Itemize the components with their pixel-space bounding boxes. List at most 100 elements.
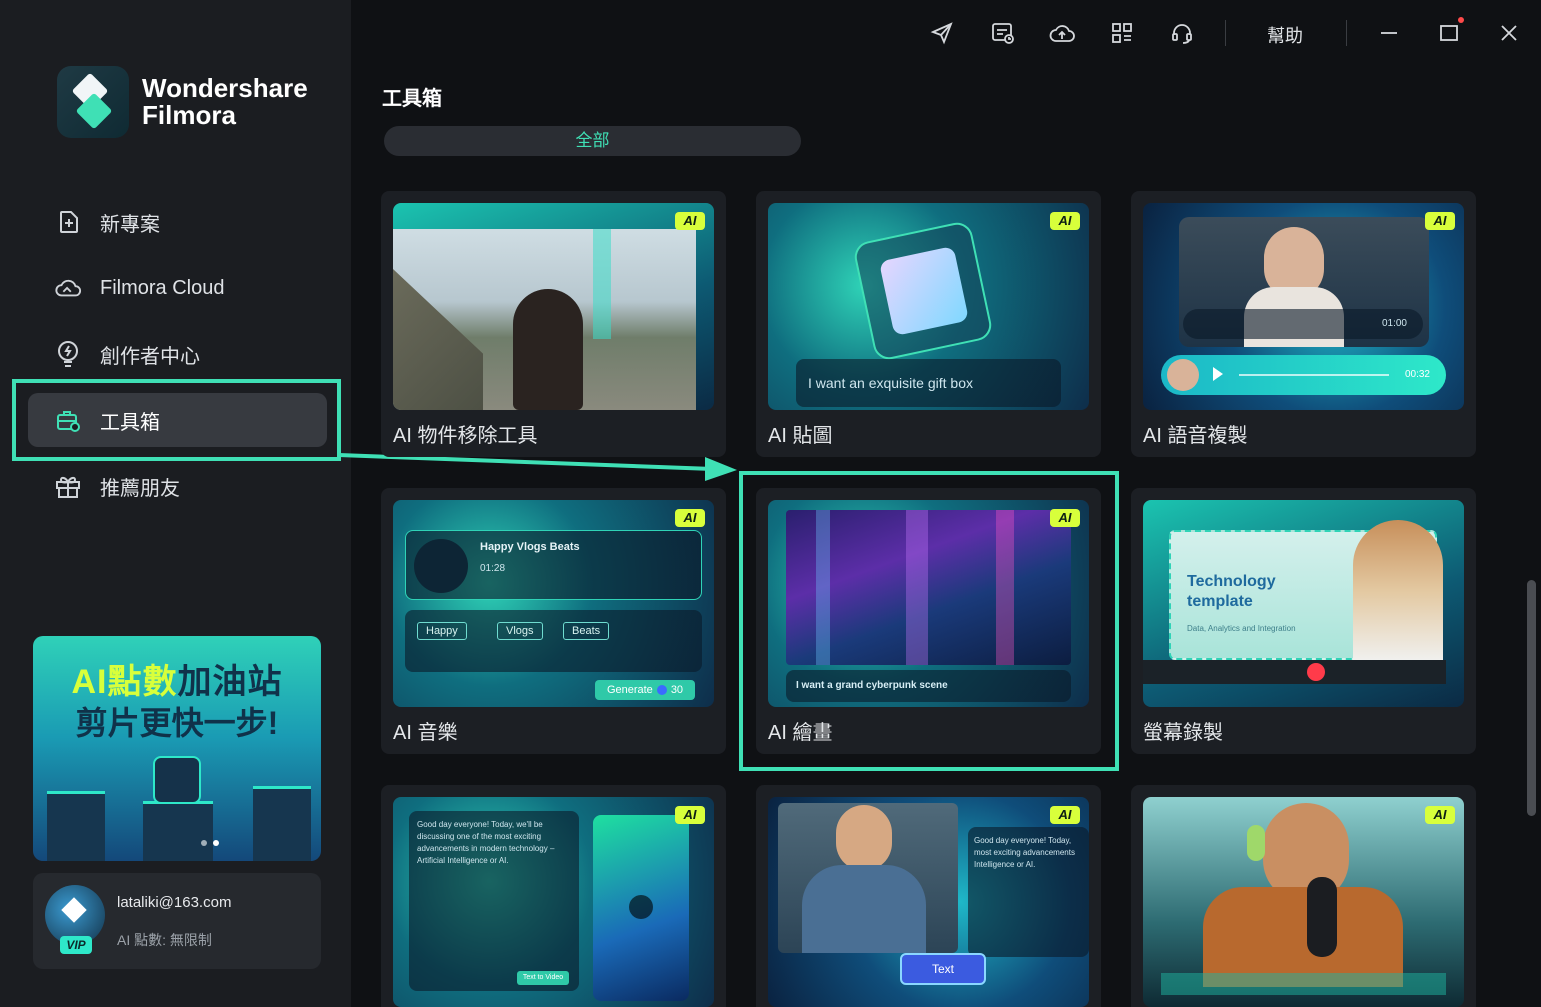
tool-card-ai-sticker[interactable]: I want an exquisite gift box AI AI 貼圖 <box>756 191 1101 457</box>
help-menu[interactable]: 幫助 <box>1267 22 1303 48</box>
podcaster-body <box>1203 887 1403 987</box>
grid-icon[interactable] <box>1107 18 1137 48</box>
play-icon[interactable] <box>629 895 653 919</box>
card-thumbnail: AI <box>393 203 714 410</box>
presenter-woman <box>1353 520 1443 660</box>
recorder-toolbar <box>1143 660 1446 684</box>
tag-vlogs: Vlogs <box>497 622 543 640</box>
card-thumbnail: Technology template Data, Analytics and … <box>1143 500 1464 707</box>
send-icon[interactable] <box>927 18 957 48</box>
tool-card-ai-music[interactable]: Happy Vlogs Beats 01:28 Happy Vlogs Beat… <box>381 488 726 754</box>
lighthouse-shape <box>593 229 611 339</box>
sidebar-item-label: 新專案 <box>100 213 160 236</box>
script-panel: Good day everyone! Today, most exciting … <box>968 827 1089 957</box>
titlebar-divider <box>1225 20 1226 46</box>
plus-box-icon <box>54 208 82 236</box>
generate-cost: 30 <box>670 684 684 696</box>
text-chip-label: Text <box>931 962 954 976</box>
play-icon[interactable] <box>1213 367 1223 381</box>
card-thumbnail: Good day everyone! Today, we'll be discu… <box>393 797 714 1007</box>
waveform <box>1239 374 1389 376</box>
minimize-icon[interactable] <box>1374 18 1404 48</box>
generate-label: Generate <box>606 684 653 696</box>
page-title: 工具箱 <box>382 88 442 110</box>
tag-beats: Beats <box>563 622 610 640</box>
photo-coastal-path <box>393 229 696 410</box>
music-track-panel: Happy Vlogs Beats 01:28 <box>405 530 702 600</box>
ai-badge: AI <box>1425 212 1455 230</box>
promo-banner[interactable]: AI點數加油站 剪片更快一步! <box>33 636 321 861</box>
tool-card-text-to-video[interactable]: Good day everyone! Today, we'll be discu… <box>381 785 726 1007</box>
app-logo: Wondershare Filmora <box>57 66 308 138</box>
text-to-video-button[interactable]: Text to Video <box>517 971 569 985</box>
logo-line2: Filmora <box>142 100 236 130</box>
tool-card-ai-voice-clone[interactable]: 01:00 00:32 AI AI 語音複製 <box>1131 191 1476 457</box>
tool-card-ai-object-remover[interactable]: AI AI 物件移除工具 <box>381 191 726 457</box>
titlebar-divider <box>1346 20 1347 46</box>
voice-bar-1: 01:00 <box>1183 309 1423 339</box>
microphone-icon <box>1307 877 1337 957</box>
script-text: Good day everyone! Today, most exciting … <box>974 836 1075 869</box>
ai-badge: AI <box>675 806 705 824</box>
gift-box-icon <box>878 245 970 337</box>
presenter-face <box>836 805 892 871</box>
headphone-icon <box>1247 825 1265 861</box>
track-duration: 01:28 <box>480 563 506 574</box>
card-thumbnail: Good day everyone! Today, most exciting … <box>768 797 1089 1007</box>
card-label: AI 音樂 <box>393 722 458 744</box>
promo-pagination[interactable] <box>201 840 219 846</box>
voice-avatar <box>1167 359 1199 391</box>
account-email: lataliki@163.com <box>117 894 232 911</box>
promo-music-icon <box>253 786 311 861</box>
notification-dot <box>1458 17 1464 23</box>
card-label: 螢幕錄製 <box>1143 722 1223 744</box>
voice-bar-2: 00:32 <box>1161 355 1446 395</box>
record-icon[interactable] <box>1307 663 1325 681</box>
filmora-logo-icon <box>57 66 129 138</box>
video-preview <box>593 815 689 1001</box>
person-silhouette <box>513 289 583 410</box>
promo-filmora-icon <box>153 756 201 804</box>
ai-badge: AI <box>1050 212 1080 230</box>
promo-line2: 剪片更快一步! <box>75 705 279 741</box>
script-text: Good day everyone! Today, we'll be discu… <box>417 820 555 865</box>
cliff-shape <box>393 269 483 410</box>
ai-badge: AI <box>1050 806 1080 824</box>
calendar-clock-icon[interactable] <box>988 18 1018 48</box>
sidebar-item-filmora-cloud[interactable]: Filmora Cloud <box>28 261 327 315</box>
promo-highlight: AI點數 <box>71 663 178 701</box>
gift-icon <box>54 472 82 500</box>
text-chip[interactable]: Text <box>900 953 986 985</box>
script-panel: Good day everyone! Today, we'll be discu… <box>409 811 579 991</box>
tool-card-screen-recorder[interactable]: Technology template Data, Analytics and … <box>1131 488 1476 754</box>
tag-panel: Happy Vlogs Beats <box>405 610 702 672</box>
slide-subtitle: Data, Analytics and Integration <box>1187 624 1296 633</box>
card-label: AI 貼圖 <box>768 425 833 447</box>
close-icon[interactable] <box>1494 18 1524 48</box>
generate-button[interactable]: Generate 30 <box>595 680 695 700</box>
tag-happy: Happy <box>417 622 467 640</box>
filter-all[interactable]: 全部 <box>384 126 801 156</box>
ai-badge: AI <box>675 509 705 527</box>
card-thumbnail: Happy Vlogs Beats 01:28 Happy Vlogs Beat… <box>393 500 714 707</box>
voice-time-1: 01:00 <box>1381 318 1407 329</box>
account-panel[interactable]: VIP lataliki@163.com AI 點數: 無限制 <box>33 873 321 969</box>
cloud-upload-icon[interactable] <box>1047 18 1077 48</box>
tool-card-ai-avatar[interactable]: Good day everyone! Today, most exciting … <box>756 785 1101 1007</box>
promo-pedestal <box>143 801 213 861</box>
sidebar-item-label: 創作者中心 <box>100 345 200 368</box>
ai-badge: AI <box>675 212 705 230</box>
sidebar-item-label: Filmora Cloud <box>100 276 225 299</box>
highlight-box-ai-painting <box>739 471 1119 771</box>
headset-icon[interactable] <box>1167 18 1197 48</box>
ai-badge: AI <box>1425 806 1455 824</box>
tool-card-ai-audio[interactable]: AI <box>1131 785 1476 1007</box>
ai-coin-icon <box>656 685 667 695</box>
scrollbar-thumb[interactable] <box>1527 580 1536 816</box>
photo-presenter-man <box>778 803 958 953</box>
sidebar-item-creator-center[interactable]: 創作者中心 <box>28 327 327 381</box>
sidebar-item-new-project[interactable]: 新專案 <box>28 195 327 249</box>
card-label: AI 語音複製 <box>1143 425 1248 447</box>
sidebar-item-refer-friends[interactable]: 推薦朋友 <box>28 459 327 513</box>
app-window: Wondershare Filmora 新專案 Filmora Cloud 創作… <box>0 0 1541 1007</box>
